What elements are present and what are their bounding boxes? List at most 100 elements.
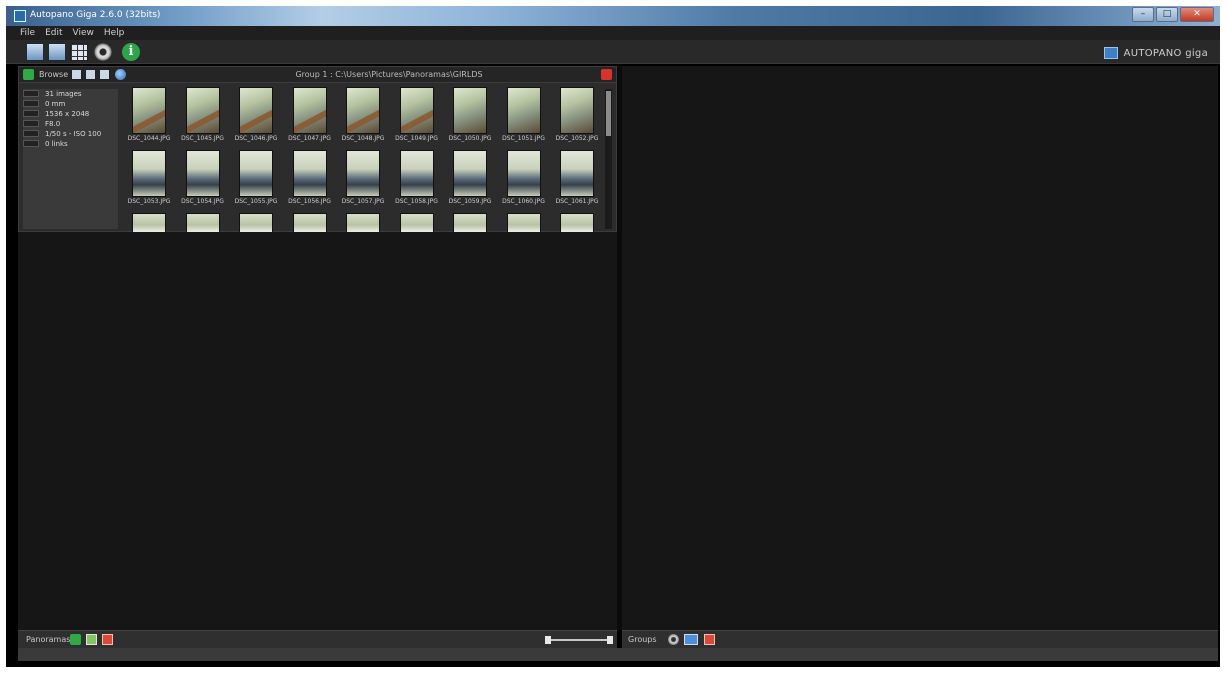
app-icon bbox=[14, 10, 26, 22]
menu-view[interactable]: View bbox=[73, 28, 94, 38]
slider-min-handle[interactable] bbox=[545, 636, 551, 644]
open-folder-icon[interactable] bbox=[48, 43, 66, 61]
thumbnail-image[interactable] bbox=[292, 213, 327, 232]
thumbnail-item[interactable] bbox=[552, 213, 602, 232]
thumbnail-item[interactable] bbox=[178, 213, 228, 232]
thumbnail-item[interactable] bbox=[499, 213, 549, 232]
panoramas-label: Panoramas bbox=[26, 635, 71, 644]
thumbnail-item[interactable]: DSC_1047.JPG bbox=[285, 87, 335, 142]
thumbnail-image[interactable] bbox=[292, 150, 327, 197]
thumbnail-image[interactable] bbox=[560, 87, 594, 134]
thumbnail-image[interactable] bbox=[346, 150, 380, 197]
thumbnail-caption: DSC_1061.JPG bbox=[555, 198, 599, 205]
menu-file[interactable]: File bbox=[20, 28, 35, 38]
thumbnail-caption: DSC_1060.JPG bbox=[502, 198, 545, 205]
thumbnail-size-slider[interactable] bbox=[545, 636, 613, 644]
thumbnail-item[interactable]: DSC_1052.JPG bbox=[552, 87, 602, 142]
thumbnail-image[interactable] bbox=[185, 150, 220, 197]
info-icon-box bbox=[23, 100, 39, 107]
thumbnail-item[interactable]: DSC_1061.JPG bbox=[552, 150, 602, 205]
thumbnail-image[interactable] bbox=[346, 213, 380, 232]
thumbnail-image[interactable] bbox=[346, 87, 380, 134]
thumbnail-image[interactable] bbox=[399, 87, 434, 134]
window-controls: – □ ✕ bbox=[1132, 7, 1214, 22]
remove-icon[interactable] bbox=[704, 634, 715, 645]
open-images-icon[interactable] bbox=[26, 43, 44, 61]
thumbnail-item[interactable]: DSC_1046.JPG bbox=[231, 87, 281, 142]
detect-button[interactable] bbox=[23, 69, 34, 80]
thumbnail-image[interactable] bbox=[132, 213, 166, 232]
thumbnail-item[interactable] bbox=[445, 213, 495, 232]
thumbnail-item[interactable]: DSC_1049.JPG bbox=[392, 87, 442, 142]
thumbnail-image[interactable] bbox=[132, 87, 166, 134]
thumbnail-item[interactable]: DSC_1051.JPG bbox=[499, 87, 549, 142]
menu-edit[interactable]: Edit bbox=[45, 28, 62, 38]
thumbnail-caption: DSC_1052.JPG bbox=[555, 135, 599, 142]
thumbnail-image[interactable] bbox=[239, 213, 273, 232]
thumbnail-caption: DSC_1055.JPG bbox=[234, 198, 278, 205]
thumbnail-image[interactable] bbox=[453, 213, 487, 232]
thumbnail-item[interactable]: DSC_1044.JPG bbox=[124, 87, 174, 142]
thumbnail-caption: DSC_1054.JPG bbox=[181, 198, 224, 205]
layers-icon[interactable] bbox=[99, 69, 110, 80]
settings-gear-icon[interactable] bbox=[94, 43, 112, 61]
thumbnail-image[interactable] bbox=[453, 150, 487, 197]
close-button[interactable]: ✕ bbox=[1180, 7, 1214, 22]
thumbnail-item[interactable]: DSC_1054.JPG bbox=[178, 150, 228, 205]
info-row: 31 images bbox=[23, 89, 118, 98]
info-value: 1/50 s - ISO 100 bbox=[45, 129, 102, 138]
thumbnail-image[interactable] bbox=[506, 213, 541, 232]
thumbnail-item[interactable] bbox=[124, 213, 174, 232]
thumbnail-image[interactable] bbox=[239, 87, 273, 134]
thumbnail-image[interactable] bbox=[292, 87, 327, 134]
info-icon-box bbox=[23, 140, 39, 147]
thumbnail-scrollbar[interactable] bbox=[605, 89, 612, 229]
info-icon-box bbox=[23, 120, 39, 127]
thumbnail-image[interactable] bbox=[239, 150, 273, 197]
thumbnail-caption: DSC_1045.JPG bbox=[181, 135, 224, 142]
thumbnail-item[interactable] bbox=[338, 213, 388, 232]
thumbnail-image[interactable] bbox=[453, 87, 487, 134]
thumbnail-item[interactable]: DSC_1050.JPG bbox=[445, 87, 495, 142]
thumbnail-item[interactable] bbox=[231, 213, 281, 232]
minimize-button[interactable]: – bbox=[1132, 7, 1154, 22]
thumbnail-image[interactable] bbox=[560, 213, 594, 232]
thumbnail-item[interactable]: DSC_1056.JPG bbox=[285, 150, 335, 205]
stack-icon[interactable] bbox=[85, 69, 96, 80]
thumbnail-image[interactable] bbox=[506, 150, 541, 197]
thumbnail-image[interactable] bbox=[399, 213, 434, 232]
browse-label[interactable]: Browse bbox=[39, 70, 68, 79]
thumbnail-image[interactable] bbox=[132, 150, 166, 197]
thumbnail-item[interactable] bbox=[285, 213, 335, 232]
slider-max-handle[interactable] bbox=[607, 636, 613, 644]
thumbnail-item[interactable]: DSC_1058.JPG bbox=[392, 150, 442, 205]
add-button[interactable] bbox=[70, 634, 81, 645]
thumbnail-image[interactable] bbox=[399, 150, 434, 197]
info-icon[interactable]: i bbox=[122, 43, 140, 61]
remove-icon[interactable] bbox=[102, 634, 113, 645]
menu-help[interactable]: Help bbox=[104, 28, 125, 38]
thumbnail-item[interactable]: DSC_1053.JPG bbox=[124, 150, 174, 205]
thumbnail-image[interactable] bbox=[506, 87, 541, 134]
info-row: 0 links bbox=[23, 139, 118, 148]
scrollbar-thumb[interactable] bbox=[606, 91, 611, 136]
thumbnail-image[interactable] bbox=[560, 150, 594, 197]
thumbnail-item[interactable]: DSC_1048.JPG bbox=[338, 87, 388, 142]
wrench-icon[interactable] bbox=[71, 69, 82, 80]
maximize-button[interactable]: □ bbox=[1156, 7, 1178, 22]
settings-gear-icon[interactable] bbox=[668, 634, 679, 645]
thumbnail-item[interactable]: DSC_1057.JPG bbox=[338, 150, 388, 205]
thumbnail-image[interactable] bbox=[185, 87, 220, 134]
thumbnail-image[interactable] bbox=[185, 213, 220, 232]
thumbnail-item[interactable] bbox=[392, 213, 442, 232]
grid-view-icon[interactable] bbox=[70, 43, 88, 61]
grid-icon[interactable] bbox=[86, 634, 97, 645]
camera-icon[interactable] bbox=[684, 634, 698, 645]
thumbnail-item[interactable]: DSC_1059.JPG bbox=[445, 150, 495, 205]
thumbnail-item[interactable]: DSC_1045.JPG bbox=[178, 87, 228, 142]
thumbnail-item[interactable]: DSC_1060.JPG bbox=[499, 150, 549, 205]
thumbnail-caption: DSC_1047.JPG bbox=[288, 135, 331, 142]
close-group-button[interactable] bbox=[601, 69, 612, 80]
globe-icon[interactable] bbox=[115, 69, 126, 80]
thumbnail-item[interactable]: DSC_1055.JPG bbox=[231, 150, 281, 205]
